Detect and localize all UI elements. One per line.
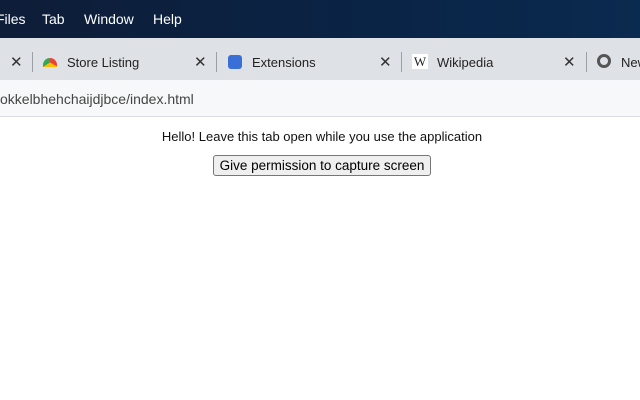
tab-label: New [621, 55, 640, 70]
tab-label: Store Listing [67, 55, 140, 70]
menu-help[interactable]: Help [153, 11, 182, 27]
close-tab-icon[interactable]: ✕ [10, 53, 23, 71]
menu-files[interactable]: Files [0, 11, 26, 27]
tab-strip: ✕ Store Listing ✕ Extensions ✕ W Wikiped… [0, 38, 640, 80]
menu-bar: Files Tab Window Help [0, 0, 640, 38]
url-text[interactable]: okkelbhehchaijdjbce/index.html [0, 91, 194, 107]
capture-permission-button[interactable]: Give permission to capture screen [213, 155, 431, 176]
tab-new[interactable]: New [587, 38, 640, 80]
webstore-icon [43, 58, 57, 67]
tab-extensions[interactable]: Extensions ✕ [217, 38, 400, 80]
address-bar[interactable]: okkelbhehchaijdjbce/index.html [0, 80, 640, 117]
close-tab-icon[interactable]: ✕ [379, 53, 392, 71]
close-tab-icon[interactable]: ✕ [563, 53, 576, 71]
info-message: Hello! Leave this tab open while you use… [161, 129, 483, 144]
tab-previous[interactable]: ✕ [0, 38, 30, 80]
tab-label: Wikipedia [437, 55, 494, 70]
chrome-icon [597, 54, 611, 68]
tab-wikipedia[interactable]: W Wikipedia ✕ [402, 38, 585, 80]
wikipedia-icon: W [412, 54, 428, 69]
tab-label: Extensions [252, 55, 316, 70]
close-tab-icon[interactable]: ✕ [194, 53, 207, 71]
menu-tab[interactable]: Tab [42, 11, 65, 27]
puzzle-icon [228, 55, 242, 69]
menu-window[interactable]: Window [84, 11, 134, 27]
tab-store-listing[interactable]: Store Listing ✕ [33, 38, 216, 80]
